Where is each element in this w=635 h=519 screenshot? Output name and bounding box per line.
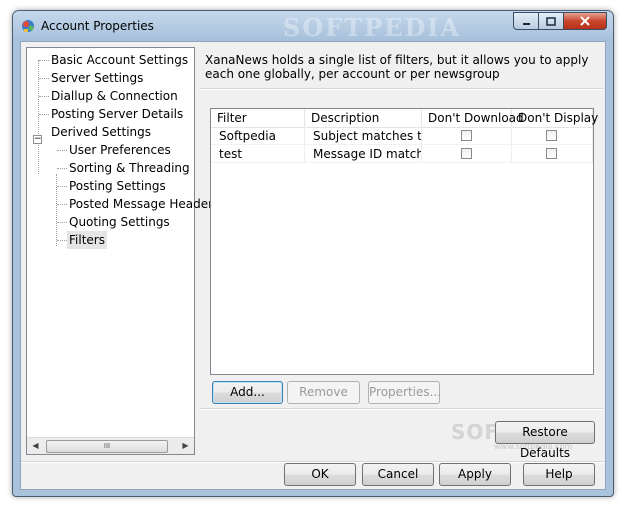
tree-item-label: Quoting Settings: [69, 215, 170, 229]
tree-item-posting-server-details[interactable]: Posting Server Details: [49, 105, 185, 123]
tree-connector: [57, 222, 67, 223]
minimize-button[interactable]: [513, 12, 539, 30]
collapse-toggle[interactable]: −: [33, 135, 42, 144]
maximize-icon: [546, 16, 556, 26]
filters-description: XanaNews holds a single list of filters,…: [205, 53, 589, 81]
add-filter-button[interactable]: Add...: [212, 381, 283, 404]
title-watermark: SOFTPEDIA: [283, 13, 462, 42]
dont-download-cell: [422, 145, 512, 163]
dialog-client-area: Basic Account Settings Server Settings D…: [20, 41, 606, 490]
list-header: Filter Description Don't Download Don't …: [211, 109, 598, 128]
dont-download-checkbox[interactable]: [461, 148, 472, 159]
filter-properties-button[interactable]: Properties...: [368, 381, 441, 404]
tree-connector: [57, 150, 67, 151]
help-button[interactable]: Help: [523, 463, 595, 486]
scroll-left-arrow-icon[interactable]: ◀: [27, 438, 44, 454]
tree-item-label: Sorting & Threading: [69, 161, 190, 175]
tree-connector: [39, 114, 49, 115]
tree-connector: [57, 240, 67, 241]
tree-item-label: Derived Settings: [51, 125, 152, 139]
tree-item-server-settings[interactable]: Server Settings: [49, 69, 145, 87]
caption-buttons: [513, 12, 607, 31]
restore-defaults-button[interactable]: Restore Defaults: [495, 421, 595, 460]
scroll-thumb[interactable]: III: [46, 440, 168, 453]
dont-display-checkbox[interactable]: [546, 130, 557, 141]
filter-name-cell: test: [211, 145, 305, 163]
tree-item-label: Filters: [69, 233, 105, 247]
tree-item-sorting-threading[interactable]: Sorting & Threading: [67, 159, 192, 177]
table-row[interactable]: Softpedia Subject matches test: [211, 127, 593, 145]
close-icon: [580, 16, 590, 26]
tree-item-user-preferences[interactable]: User Preferences: [67, 141, 173, 159]
tree-item-derived-settings[interactable]: Derived Settings: [49, 123, 153, 141]
tree-item-basic-account-settings[interactable]: Basic Account Settings: [49, 51, 190, 69]
account-properties-window: Account Properties SOFTPEDIA Basic Accou…: [12, 10, 614, 497]
tree-item-label: User Preferences: [69, 143, 171, 157]
tree-item-posted-message-headers[interactable]: Posted Message Headers: [67, 195, 221, 213]
tree-item-quoting-settings[interactable]: Quoting Settings: [67, 213, 172, 231]
tree-item-label: Basic Account Settings: [51, 53, 189, 67]
filter-description-cell: Message ID match...: [305, 145, 422, 163]
scroll-right-arrow-icon[interactable]: ▶: [177, 438, 194, 454]
tree-item-label: Server Settings: [51, 71, 144, 85]
tree-item-diallup-connection[interactable]: Diallup & Connection: [49, 87, 180, 105]
tree-connector: [39, 60, 49, 61]
filters-list[interactable]: Filter Description Don't Download Don't …: [210, 108, 598, 375]
dont-download-checkbox[interactable]: [461, 130, 472, 141]
tree-item-posting-settings[interactable]: Posting Settings: [67, 177, 168, 195]
divider: [199, 88, 603, 90]
dont-display-checkbox[interactable]: [546, 148, 557, 159]
tree-connector: [57, 168, 67, 169]
dont-display-cell: [512, 145, 593, 163]
column-header-dont-download[interactable]: Don't Download: [422, 109, 524, 127]
apply-button[interactable]: Apply: [439, 463, 511, 486]
tree-item-filters[interactable]: Filters: [67, 231, 107, 249]
window-title: Account Properties: [41, 19, 154, 33]
tree-item-label: Posting Server Details: [51, 107, 184, 121]
tree-item-label: Posting Settings: [69, 179, 166, 193]
filter-description-cell: Subject matches test: [305, 127, 422, 145]
tree-horizontal-scrollbar[interactable]: ◀ III ▶: [27, 437, 194, 454]
dont-display-cell: [512, 127, 593, 145]
tree-item-label: Posted Message Headers: [69, 197, 220, 211]
tree-connector: [39, 78, 49, 79]
tree-connector: [39, 96, 49, 97]
minimize-icon: [522, 22, 530, 25]
table-row[interactable]: test Message ID match...: [211, 145, 593, 163]
tree-connector: [57, 186, 67, 187]
filter-name-cell: Softpedia: [211, 127, 305, 145]
maximize-button[interactable]: [539, 12, 564, 30]
remove-filter-button[interactable]: Remove: [287, 381, 360, 404]
title-bar[interactable]: Account Properties SOFTPEDIA: [13, 11, 613, 42]
tree-item-label: Diallup & Connection: [51, 89, 178, 103]
cancel-button[interactable]: Cancel: [362, 463, 434, 486]
tree-connector: [57, 204, 67, 205]
settings-tree[interactable]: Basic Account Settings Server Settings D…: [26, 47, 219, 455]
column-header-filter[interactable]: Filter: [211, 109, 305, 127]
tree-child-line: [56, 174, 57, 246]
app-icon: [22, 20, 34, 32]
column-header-dont-display[interactable]: Don't Display: [512, 109, 598, 127]
divider: [199, 408, 603, 410]
column-header-description[interactable]: Description: [305, 109, 422, 127]
ok-button[interactable]: OK: [284, 463, 356, 486]
dont-download-cell: [422, 127, 512, 145]
close-button[interactable]: [564, 12, 607, 30]
